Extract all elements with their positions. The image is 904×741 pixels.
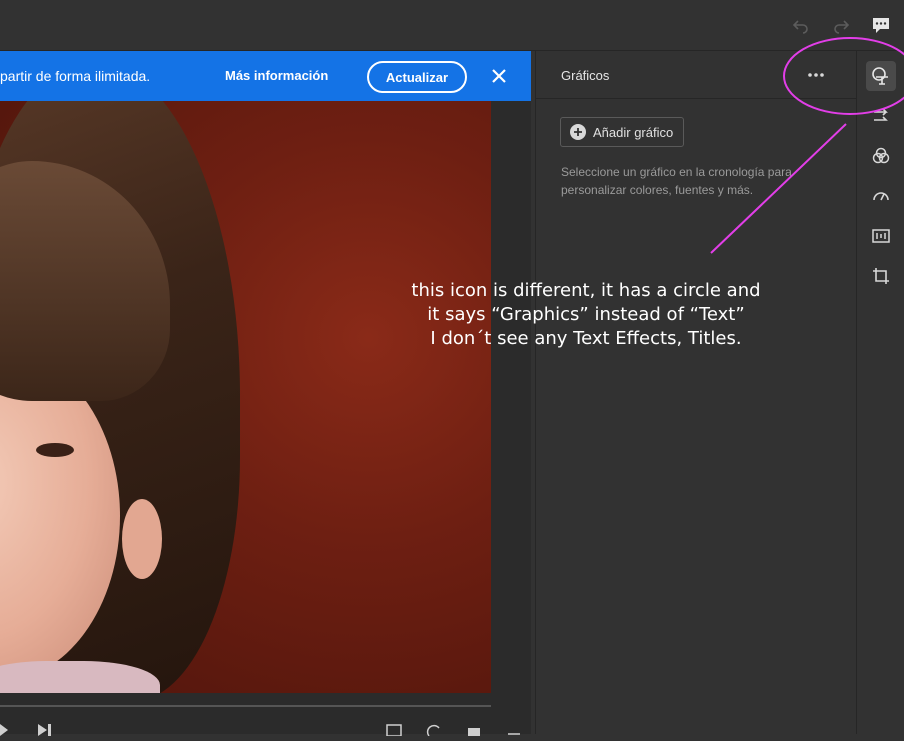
panel-hint: Seleccione un gráfico en la cronología p…	[561, 165, 792, 197]
upgrade-banner: partir de forma ilimitada. Más informaci…	[0, 51, 531, 101]
redo-icon[interactable]	[830, 14, 852, 36]
video-preview	[0, 101, 531, 737]
annotation-note: this icon is different, it has a circle …	[376, 279, 796, 351]
undo-icon[interactable]	[790, 14, 812, 36]
step-forward-icon[interactable]	[38, 723, 54, 736]
panel-title: Gráficos	[561, 68, 610, 83]
banner-message: partir de forma ilimitada.	[0, 68, 151, 84]
annotation-line-1: this icon is different, it has a circle …	[411, 280, 761, 301]
video-frame	[0, 101, 491, 693]
top-bar	[0, 0, 904, 51]
close-icon[interactable]	[490, 67, 508, 85]
graphics-icon[interactable]	[866, 61, 896, 91]
add-graphic-button[interactable]: Añadir gráfico	[560, 117, 684, 147]
chat-icon[interactable]	[870, 14, 892, 36]
tool-rail	[856, 51, 904, 734]
rotate-icon[interactable]	[426, 723, 442, 737]
add-graphic-label: Añadir gráfico	[593, 124, 674, 140]
fit-view-icon[interactable]	[386, 723, 402, 737]
color-icon[interactable]	[866, 141, 896, 171]
panel-header: Gráficos	[536, 51, 856, 99]
annotation-line-3: I don´t see any Text Effects, Titles.	[430, 328, 742, 349]
plus-circle-icon	[570, 124, 586, 140]
crop-icon[interactable]	[866, 261, 896, 291]
annotation-line-2: it says “Graphics” instead of “Text”	[427, 304, 745, 325]
layout-icon[interactable]	[466, 723, 482, 736]
play-icon[interactable]	[0, 723, 16, 736]
transitions-icon[interactable]	[866, 101, 896, 131]
more-info-link[interactable]: Más información	[225, 68, 328, 83]
audio-icon[interactable]	[866, 221, 896, 251]
speed-icon[interactable]	[866, 181, 896, 211]
more-options-icon[interactable]	[806, 65, 826, 85]
graphics-panel: Gráficos Añadir gráfico Seleccione un gr…	[535, 51, 856, 734]
menu-icon[interactable]	[506, 723, 522, 735]
timeline-scrubber[interactable]	[0, 705, 491, 707]
update-button[interactable]: Actualizar	[367, 61, 467, 93]
